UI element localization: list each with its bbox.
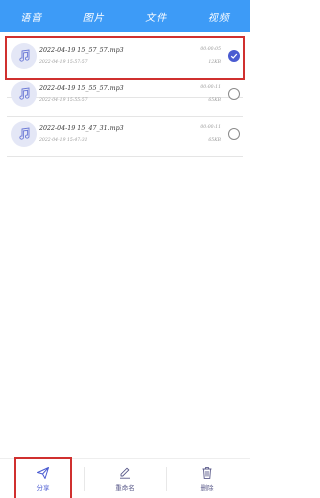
file-size: 65KB (208, 138, 221, 143)
delete-button[interactable]: 删除 (180, 459, 234, 498)
file-name: 2022-04-19 15_55_57.mp3 (39, 85, 124, 92)
select-radio[interactable] (228, 88, 240, 100)
music-note-icon (11, 121, 37, 147)
file-row[interactable]: 2022-04-19 15_47_31.mp3 2022-04-19 15:47… (7, 116, 243, 156)
row-divider (7, 156, 243, 157)
file-duration: 00:00:11 (200, 85, 221, 90)
action-separator (84, 467, 85, 491)
trash-icon (202, 467, 212, 479)
send-icon (37, 467, 49, 479)
file-name: 2022-04-19 15_57_57.mp3 (39, 47, 124, 54)
tab-videos[interactable]: 视频 (188, 9, 251, 24)
share-button[interactable]: 分享 (14, 457, 72, 498)
music-note-icon (11, 43, 37, 69)
tab-voice[interactable]: 语音 (0, 9, 63, 24)
file-row[interactable]: 2022-04-19 15_55_57.mp3 2022-04-19 15:55… (7, 76, 243, 116)
select-radio[interactable] (228, 128, 240, 140)
file-size: 12KB (208, 60, 221, 65)
file-date: 2022-04-19 15:55:57 (39, 98, 88, 103)
action-separator (166, 467, 167, 491)
file-name: 2022-04-19 15_47_31.mp3 (39, 125, 124, 132)
category-tab-bar: 语音 图片 文件 视频 (0, 0, 250, 32)
rename-button[interactable]: 重命名 (98, 459, 152, 498)
pencil-icon (120, 467, 130, 479)
file-date: 2022-04-19 15:57:57 (39, 60, 88, 65)
rename-label: 重命名 (115, 484, 135, 492)
checkmark-icon[interactable] (228, 50, 240, 62)
music-note-icon (11, 81, 37, 107)
action-bar: 分享 重命名 删除 (0, 457, 250, 498)
delete-label: 删除 (200, 484, 214, 492)
file-row[interactable]: 2022-04-19 15_57_57.mp3 2022-04-19 15:57… (5, 36, 245, 80)
share-label: 分享 (36, 484, 50, 492)
file-duration: 00:00:11 (200, 125, 221, 130)
tab-files[interactable]: 文件 (125, 9, 188, 24)
file-duration: 00:00:05 (200, 47, 221, 52)
file-size: 65KB (208, 98, 221, 103)
tab-images[interactable]: 图片 (63, 9, 126, 24)
file-date: 2022-04-19 15:47:31 (39, 138, 88, 143)
